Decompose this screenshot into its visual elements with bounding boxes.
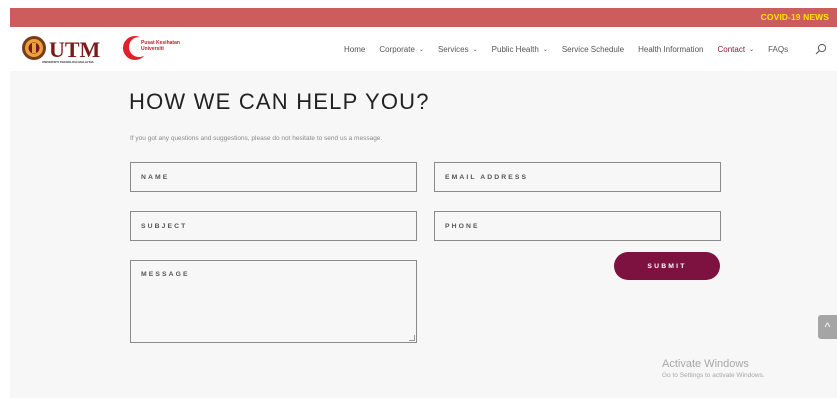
site-header: UTM UNIVERSITI TEKNOLOGI MALAYSIA Pusat … [10,27,837,71]
nav-home-label: Home [344,44,366,54]
intro-text: If you got any questions and suggestions… [130,135,383,142]
name-field[interactable] [130,162,417,192]
nav-health-information-label: Health Information [638,44,704,54]
scroll-to-top-button[interactable]: ^ [818,315,837,339]
search-icon[interactable] [815,43,827,55]
message-field[interactable] [130,260,417,343]
main-nav: Home Corporate ⌄ Services ⌄ Public Health ⌄… [344,27,802,71]
nav-health-information[interactable]: Health Information [638,45,703,54]
logo-tagline: UNIVERSITI TEKNOLOGI MALAYSIA [42,60,95,64]
nav-service-schedule-label: Service Schedule [561,44,625,54]
chevron-down-icon: ⌄ [749,46,755,53]
submit-button[interactable]: SUBMIT [614,252,720,280]
page-title: HOW WE CAN HELP YOU? [129,89,430,114]
nav-corporate[interactable]: Corporate ⌄ [379,45,424,54]
utm-crest-icon [22,36,46,60]
site-logo[interactable]: UTM UNIVERSITI TEKNOLOGI MALAYSIA Pusat … [20,33,190,65]
email-field[interactable] [434,162,721,192]
nav-faqs-label: FAQs [768,44,789,54]
logo-unit-line2: Universiti [141,46,164,52]
chevron-down-icon: ⌄ [472,46,478,53]
activate-windows-title: Activate Windows [662,358,749,370]
activate-windows-subtitle: Go to Settings to activate Windows. [662,372,765,379]
nav-faqs[interactable]: FAQs [768,45,788,54]
subject-field[interactable] [130,211,417,241]
covid-news-link[interactable]: COVID-19 NEWS [761,12,829,22]
activate-windows-watermark: Activate Windows Go to Settings to activ… [662,358,765,379]
nav-contact[interactable]: Contact ⌄ [717,45,754,54]
nav-corporate-label: Corporate [379,44,415,54]
nav-public-health-label: Public Health [491,44,539,54]
chevron-down-icon: ⌄ [418,46,424,53]
resize-grip-icon[interactable] [409,335,415,341]
nav-services[interactable]: Services ⌄ [438,45,478,54]
nav-service-schedule[interactable]: Service Schedule [562,45,624,54]
nav-services-label: Services [437,44,469,54]
nav-public-health[interactable]: Public Health ⌄ [492,45,548,54]
top-bar: COVID-19 NEWS [10,8,837,27]
nav-contact-label: Contact [717,44,746,54]
nav-home[interactable]: Home [344,45,365,54]
phone-field[interactable] [434,211,721,241]
logo-brand: UTM [49,37,101,62]
page-frame: COVID-19 NEWS UTM UNIVERSITI TEKNOLOGI M… [10,8,837,398]
chevron-up-icon: ^ [824,320,831,334]
chevron-down-icon: ⌄ [542,46,548,53]
